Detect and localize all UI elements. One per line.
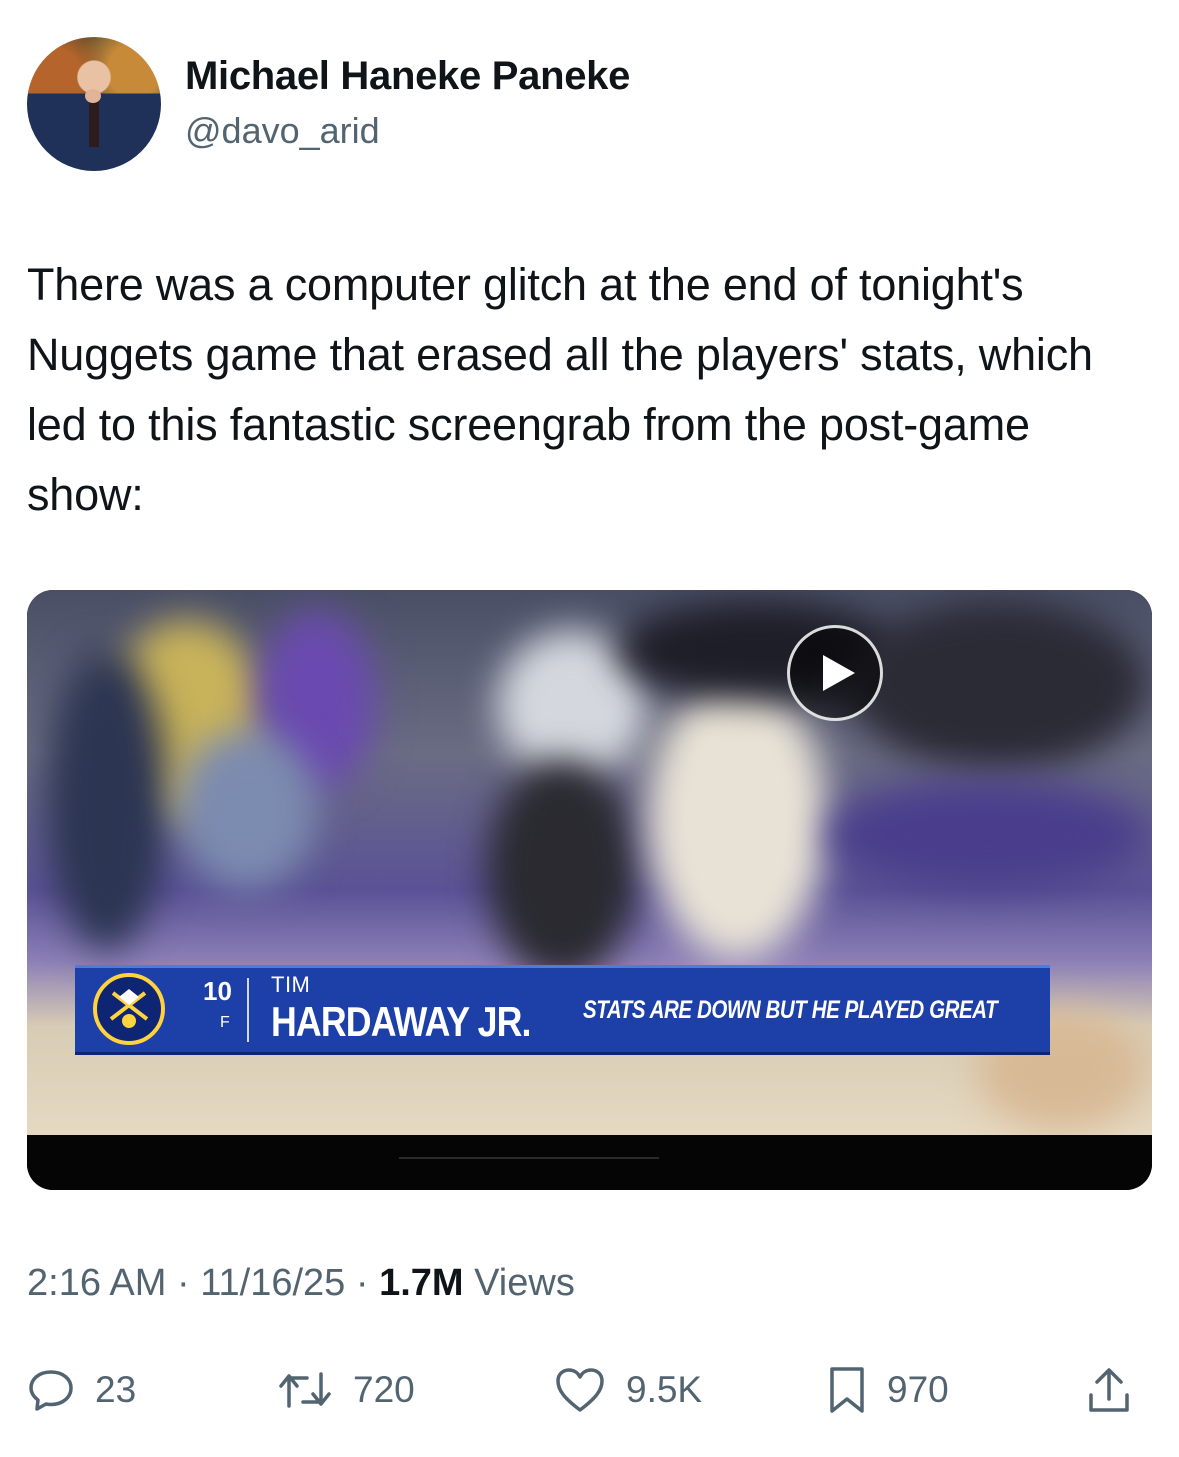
player-first-name: TIM xyxy=(271,972,311,997)
author-display-name[interactable]: Michael Haneke Paneke xyxy=(185,54,630,99)
play-icon xyxy=(823,655,855,691)
bookmark-button[interactable]: 970 xyxy=(827,1360,949,1420)
stats-message: STATS ARE DOWN BUT HE PLAYED GREAT xyxy=(583,996,998,1024)
nuggets-logo-icon xyxy=(93,973,165,1045)
tweet-date[interactable]: 11/16/25 xyxy=(200,1262,345,1304)
video-frame: 10 F TIM HARDAWAY JR. STATS ARE DOWN BUT… xyxy=(27,590,1152,1135)
tweet-meta: 2:16 AM · 11/16/25 · 1.7M Views xyxy=(27,1262,575,1305)
meta-separator: · xyxy=(166,1262,201,1304)
blur-court-sign xyxy=(827,780,1147,890)
like-count: 9.5K xyxy=(626,1369,703,1410)
blur-spectator xyxy=(47,650,167,950)
views-count: 1.7M xyxy=(379,1262,464,1304)
repost-button[interactable]: 720 xyxy=(277,1360,415,1420)
bezel-line xyxy=(399,1157,659,1159)
meta-separator: · xyxy=(345,1262,380,1304)
views-label: Views xyxy=(463,1262,575,1304)
play-button[interactable] xyxy=(787,625,883,721)
like-button[interactable]: 9.5K xyxy=(554,1360,702,1420)
jersey-number: 10 xyxy=(203,976,232,1006)
author-handle[interactable]: @davo_arid xyxy=(185,110,380,152)
reply-count: 23 xyxy=(95,1369,137,1410)
bookmark-icon xyxy=(830,1367,864,1413)
tweet-media-video[interactable]: 10 F TIM HARDAWAY JR. STATS ARE DOWN BUT… xyxy=(27,590,1152,1190)
player-last-name: HARDAWAY JR. xyxy=(271,998,531,1045)
bookmark-count: 970 xyxy=(887,1369,949,1410)
repost-count: 720 xyxy=(353,1369,415,1410)
blur-referee-pants xyxy=(487,760,637,980)
player-position: F xyxy=(220,1014,230,1031)
reply-button[interactable]: 23 xyxy=(27,1360,136,1420)
lower-third-divider xyxy=(247,978,249,1042)
share-button[interactable] xyxy=(1085,1360,1133,1420)
avatar-tie xyxy=(89,97,99,147)
avatar-hand xyxy=(85,89,101,103)
blur-spectator xyxy=(177,730,317,890)
player-lower-third: 10 F TIM HARDAWAY JR. STATS ARE DOWN BUT… xyxy=(75,965,1050,1055)
blur-player xyxy=(647,680,827,960)
tv-bezel xyxy=(27,1135,1152,1190)
avatar[interactable] xyxy=(27,37,161,171)
repost-icon xyxy=(279,1372,331,1408)
tweet-time[interactable]: 2:16 AM xyxy=(27,1262,166,1304)
share-icon xyxy=(1089,1368,1129,1412)
blur-crowd xyxy=(847,600,1147,770)
tweet-text: There was a computer glitch at the end o… xyxy=(27,259,1093,520)
like-icon xyxy=(556,1368,604,1412)
reply-icon xyxy=(29,1370,73,1411)
tweet-actions: 23 720 9.5K 970 xyxy=(27,1360,1152,1420)
